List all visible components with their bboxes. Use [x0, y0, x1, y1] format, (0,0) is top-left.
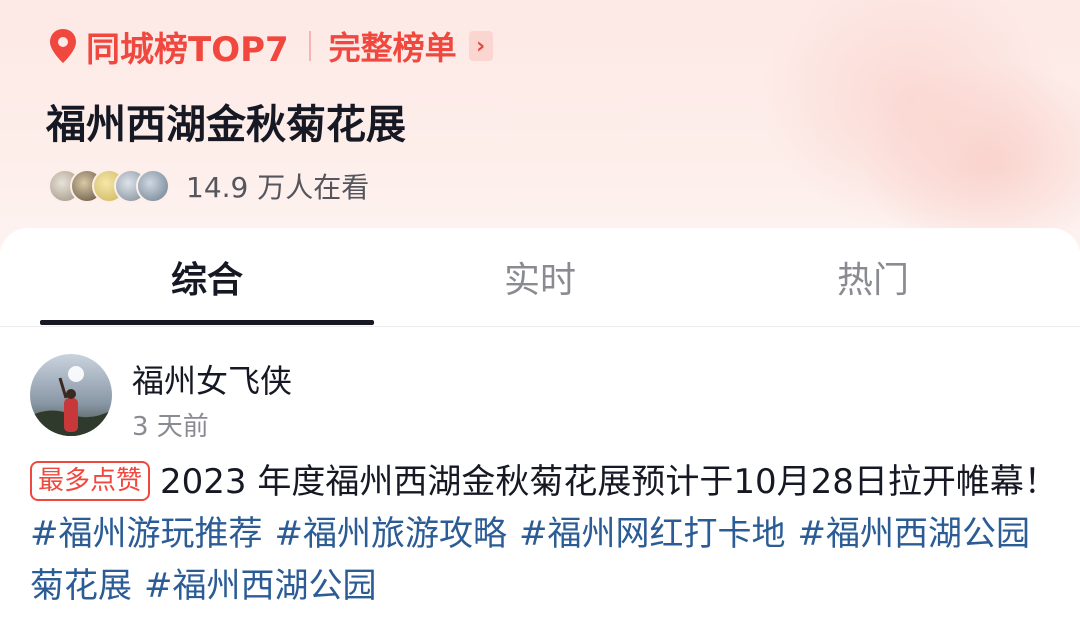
- author-name[interactable]: 福州女飞侠: [132, 356, 292, 402]
- rank-row[interactable]: 同城榜TOP7 完整榜单 ›: [48, 22, 493, 71]
- viewer-avatars: [48, 169, 170, 203]
- hashtag-link[interactable]: #福州西湖公园: [144, 566, 377, 606]
- viewers-row: 14.9 万人在看: [48, 166, 369, 206]
- post-item[interactable]: 福州女飞侠 3 天前 最多点赞 2023 年度福州西湖金秋菊花展预计于10月28日…: [0, 326, 1080, 622]
- hashtag-link[interactable]: #福州游玩推荐: [30, 514, 263, 554]
- post-timestamp: 3 天前: [132, 412, 209, 442]
- viewer-count: 14.9 万人在看: [186, 171, 370, 204]
- topic-header: 同城榜TOP7 完整榜单 › 福州西湖金秋菊花展 14.9 万人在看: [0, 0, 1080, 250]
- post-text[interactable]: 最多点赞 2023 年度福州西湖金秋菊花展预计于10月28日拉开帷幕！ #福州游玩…: [30, 456, 1060, 612]
- hashtag-link[interactable]: #福州网红打卡地: [519, 514, 786, 554]
- tab-popular[interactable]: 热门: [706, 228, 1040, 326]
- full-list-link[interactable]: 完整榜单: [329, 23, 457, 69]
- location-pin-icon: [48, 28, 78, 64]
- chevron-right-icon[interactable]: ›: [468, 31, 493, 61]
- post-content: 2023 年度福州西湖金秋菊花展预计于10月28日拉开帷幕！: [160, 462, 1058, 502]
- active-tab-indicator: [40, 320, 374, 325]
- page-title: 福州西湖金秋菊花展: [46, 102, 406, 148]
- hashtag-link[interactable]: #福州旅游攻略: [275, 514, 508, 554]
- tab-overall[interactable]: 综合: [40, 228, 374, 326]
- avatar: [136, 169, 170, 203]
- divider: [308, 31, 311, 61]
- avatar[interactable]: [30, 354, 112, 436]
- tab-realtime[interactable]: 实时: [373, 228, 707, 326]
- most-liked-badge: 最多点赞: [30, 461, 151, 501]
- rank-label[interactable]: 同城榜TOP7: [86, 22, 289, 71]
- tab-bar: 综合 实时 热门: [0, 228, 1080, 327]
